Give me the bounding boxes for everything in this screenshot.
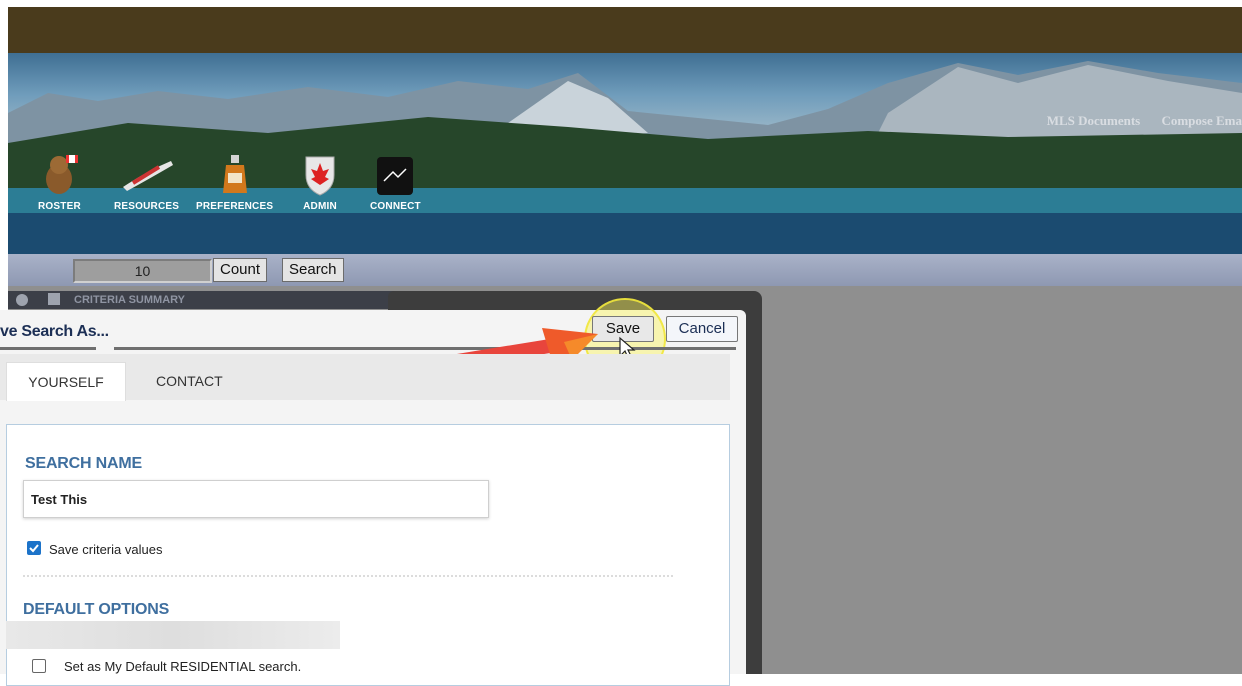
count-button[interactable]: Count [213, 258, 268, 282]
nav-preferences-label: PREFERENCES [196, 201, 274, 212]
search-toolbar: 10 Count Search [8, 254, 1242, 286]
mountain-landscape-image [8, 61, 1242, 260]
blurred-option-row [6, 621, 340, 649]
tab-contact[interactable]: CONTACT [156, 362, 223, 400]
beaver-icon [46, 155, 79, 194]
collapse-icon[interactable] [48, 293, 60, 305]
checkmark-icon [29, 544, 39, 553]
nav-connect-label: CONNECT [370, 201, 421, 212]
header-banner: MLS Documents Compose Ema ROSTER RESOURC… [8, 53, 1242, 260]
count-value-field[interactable]: 10 [73, 259, 212, 283]
top-bar [8, 7, 1242, 53]
nav-preferences[interactable]: PREFERENCES [196, 153, 273, 212]
maple-syrup-icon [222, 155, 247, 193]
search-name-input[interactable]: Test This [23, 480, 489, 518]
default-options-heading: DEFAULT OPTIONS [23, 601, 170, 618]
nav-roster[interactable]: ROSTER [38, 153, 81, 212]
nav-resources-label: RESOURCES [114, 201, 180, 212]
section-divider [23, 575, 673, 577]
nav-admin-label: ADMIN [303, 201, 337, 212]
save-criteria-checkbox[interactable] [27, 541, 41, 555]
tab-yourself[interactable]: YOURSELF [6, 362, 126, 401]
close-circle-icon[interactable] [16, 294, 28, 306]
default-residential-checkbox[interactable] [32, 659, 46, 673]
compose-email-link[interactable]: Compose Ema [1161, 113, 1242, 128]
connect-mountain-icon [377, 157, 414, 195]
criteria-summary-label: CRITERIA SUMMARY [74, 294, 186, 306]
maple-leaf-shield-icon [305, 156, 335, 196]
top-links: MLS Documents Compose Ema [1029, 113, 1242, 129]
search-name-heading: SEARCH NAME [25, 455, 142, 472]
save-search-dialog: ve Search As... Save Cancel YOURSELF CON… [0, 298, 746, 686]
nav-connect[interactable]: CONNECT [370, 153, 421, 212]
dialog-tabs: YOURSELF CONTACT [0, 354, 730, 401]
criteria-summary-bar[interactable]: CRITERIA SUMMARY [8, 291, 396, 309]
nav-admin[interactable]: ADMIN [302, 153, 338, 212]
dialog-title: ve Search As... [0, 323, 109, 340]
nav-resources[interactable]: RESOURCES [114, 153, 179, 212]
canoe-icon [122, 161, 173, 191]
mls-documents-link[interactable]: MLS Documents [1047, 113, 1141, 128]
cancel-button[interactable]: Cancel [666, 316, 738, 342]
default-residential-label: Set as My Default RESIDENTIAL search. [64, 659, 302, 674]
search-button[interactable]: Search [282, 258, 344, 282]
save-criteria-label: Save criteria values [49, 542, 163, 557]
nav-roster-label: ROSTER [38, 201, 81, 212]
